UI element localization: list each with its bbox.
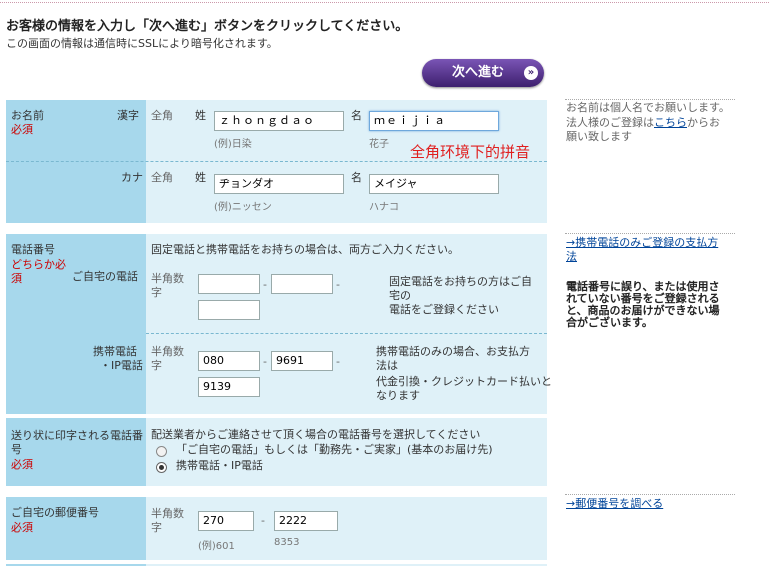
mobile-phone-part3-input[interactable]: 9139 [198,377,260,397]
mobile-type-2: 字 [151,359,162,372]
name-label: お名前 [11,109,44,122]
kanji-mei-label: 名 [351,109,362,122]
postal-part2-input[interactable]: 2222 [274,511,338,531]
radio-home-phone-label[interactable]: 「ご自宅の電話」もしくは「勤務先・ご実家」(基本のお届け先) [176,443,493,457]
phone-warning-4: 合がございます。 [566,316,653,329]
mobile-dash-2: - [336,355,340,368]
home-phone-label: ご自宅の電話 [72,270,138,283]
double-chevron-right-icon: » [524,66,538,80]
kanji-type-label: 全角 [151,109,173,122]
kana-mei-label: 名 [351,171,362,184]
pinyin-annotation: 全角环境下的拼音 [410,143,531,161]
home-phone-part2-input[interactable] [271,274,333,294]
mobile-phone-part1-input[interactable]: 080 [198,351,260,371]
home-note-2: 宅の [389,289,411,302]
kanji-row-label: 漢字 [117,109,139,122]
phone-row-divider [146,333,547,334]
mobile-only-payment-link-2[interactable]: 法 [566,250,577,264]
postal-side-rule [565,494,735,495]
radio-selected-dot [159,465,164,470]
kanji-sei-input[interactable]: ｚｈｏｎｇｄａｏ [214,111,344,131]
radio-home-phone[interactable] [156,446,167,457]
postal-required: 必須 [11,521,33,534]
home-phone-part1-input[interactable] [198,274,260,294]
postal-label: ご自宅の郵便番号 [11,506,99,519]
name-note-line2: 法人様のご登録はこちらからお [566,116,720,130]
home-phone-part3-input[interactable] [198,300,260,320]
name-required: 必須 [11,123,33,136]
label-phone-label-2: 号 [11,443,22,456]
mobile-dash-1: - [263,355,267,368]
name-note-line3: 願い致します [566,130,632,143]
label-phone-intro: 配送業者からご連絡させて頂く場合の電話番号を選択してください [151,428,481,441]
next-button-label: 次へ進む [452,65,505,80]
home-note-1: 固定電話をお持ちの方はご自 [389,275,532,288]
name-note-line1: お名前は個人名でお願いします。 [566,101,730,114]
name-note-rule [565,99,735,100]
kana-sei-label: 姓 [195,171,206,184]
kanji-sei-label: 姓 [195,109,206,122]
kana-sei-example: (例)ニッセン [214,202,272,213]
kanji-mei-input[interactable]: ｍｅｉｊｉａ [369,111,499,131]
kana-row-label: カナ [121,171,143,184]
mobile-only-payment-link-1[interactable]: →携帯電話のみご登録の支払方 [566,236,718,250]
home-note-3: 電話をご登録ください [389,303,499,316]
kanji-sei-example: (例)日染 [214,139,252,150]
postal-type-2: 字 [151,521,162,534]
kana-type-label: 全角 [151,171,173,184]
kana-sei-input[interactable]: ヂョンダオ [214,174,344,194]
mobile-phone-label-1: 携帯電話 [93,345,137,358]
home-dash-2: - [336,278,340,291]
name-note-prefix: 法人様のご登録は [566,116,654,129]
kana-mei-input[interactable]: メイジャ [369,174,499,194]
phone-intro: 固定電話と携帯電話をお持ちの場合は、両方ご入力ください。 [151,243,459,256]
kanji-mei-example: 花子 [369,139,389,150]
label-phone-required: 必須 [11,458,33,471]
name-note-suffix: からお [687,116,720,129]
mobile-note-3: 代金引換・クレジットカード払いと [376,375,552,388]
postal-example-1: (例)601 [198,541,235,552]
phone-required-1: どちらか必 [11,258,66,271]
top-rule [0,2,769,3]
home-dash-1: - [263,278,267,291]
phone-label: 電話番号 [11,243,55,256]
mobile-phone-part2-input[interactable]: 9691 [271,351,333,371]
postal-dash: - [261,514,265,527]
postal-lookup-link[interactable]: →郵便番号を調べる [566,497,663,511]
mobile-type-1: 半角数 [151,345,184,358]
kana-mei-example: ハナコ [369,202,399,213]
home-type-2: 字 [151,286,162,299]
label-phone-label-1: 送り状に印字される電話番 [11,429,143,442]
mobile-note-2: 法は [376,359,398,372]
radio-mobile-phone[interactable] [156,462,167,473]
ssl-note: この画面の情報は通信時にSSLにより暗号化されます。 [6,37,278,50]
postal-part1-input[interactable]: 270 [198,511,254,531]
mobile-phone-label-2: ・IP電話 [100,359,143,372]
next-button[interactable]: 次へ進む » [422,59,544,87]
page-title: お客様の情報を入力し「次へ進む」ボタンをクリックしてください。 [6,19,409,34]
mobile-note-4: なります [376,389,420,402]
corporate-registration-link[interactable]: こちら [654,116,687,129]
mobile-note-1: 携帯電話のみの場合、お支払方 [376,345,530,358]
home-type-1: 半角数 [151,272,184,285]
postal-example-2: 8353 [274,537,300,548]
phone-required-2: 須 [11,272,22,285]
phone-side-rule [565,233,735,234]
radio-mobile-phone-label[interactable]: 携帯電話・IP電話 [176,459,263,473]
postal-type-1: 半角数 [151,507,184,520]
